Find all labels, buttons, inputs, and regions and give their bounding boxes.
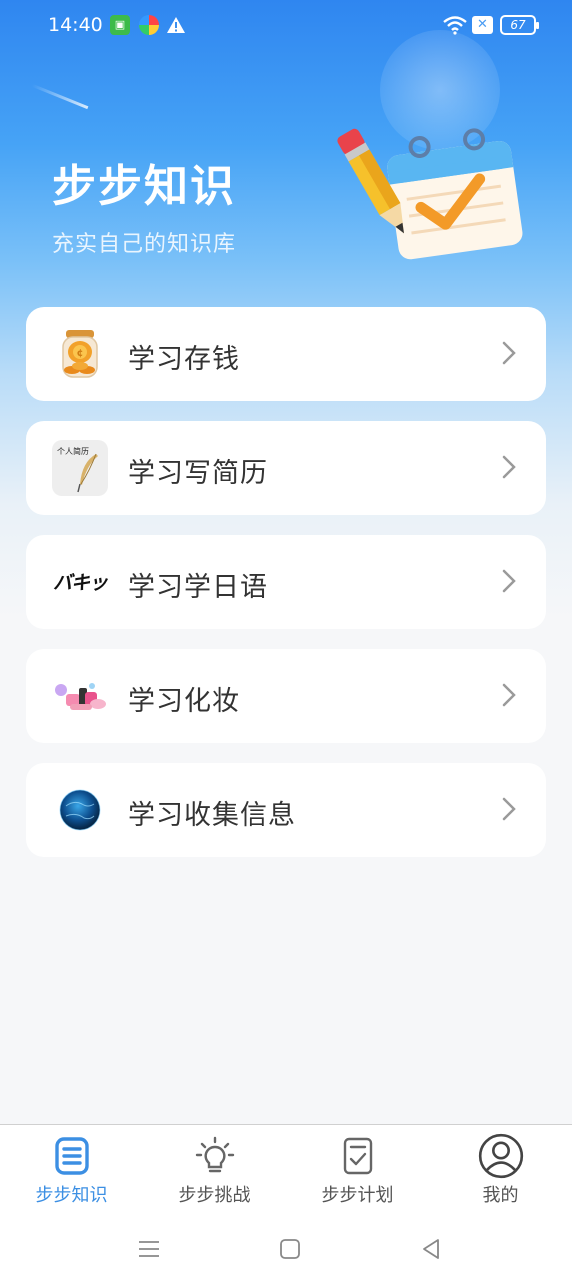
money-jar-icon: ¢ [52,326,108,382]
colorful-app-icon [139,15,159,35]
pencil-calendar-illustration [332,118,532,268]
battery-icon: 67 [500,15,539,35]
chevron-right-icon [502,683,516,707]
sim-x-icon: ✕ [472,16,493,34]
app-icon: ▣ [110,15,130,35]
tab-label: 我的 [482,1185,519,1206]
japanese-icon: バキッ [52,554,108,610]
cosmetics-icon [52,668,108,724]
bottom-tab-bar: 步步知识 步步挑战 步步计划 我的 [0,1124,572,1220]
globe-icon [52,782,108,838]
card-label: 学习化妆 [128,686,240,717]
tab-label: 步步计划 [321,1185,394,1206]
tab-label: 步步挑战 [178,1185,251,1206]
knowledge-card-list: ¢ 学习存钱 个人简历 学习写简历 バキッ 学习学日语 学习化妆 学习收集信息 [26,307,546,877]
tab-profile[interactable]: 我的 [429,1125,572,1221]
menu-icon[interactable] [134,1234,164,1264]
card-label: 学习写简历 [128,458,268,489]
card-learn-resume[interactable]: 个人简历 学习写简历 [26,421,546,515]
card-label: 学习学日语 [128,572,268,603]
light-streak [31,83,89,110]
card-learn-makeup[interactable]: 学习化妆 [26,649,546,743]
tab-challenge[interactable]: 步步挑战 [143,1125,286,1221]
card-label: 学习收集信息 [128,800,296,831]
svg-text:¢: ¢ [77,348,84,359]
card-learn-japanese[interactable]: バキッ 学习学日语 [26,535,546,629]
page-title: 步步知识 [52,161,236,212]
tab-plan[interactable]: 步步计划 [286,1125,429,1221]
wifi-icon [442,15,468,35]
chevron-right-icon [502,341,516,365]
knowledge-icon [54,1137,89,1175]
status-time: 14:40 [48,14,103,36]
card-learn-saving[interactable]: ¢ 学习存钱 [26,307,546,401]
profile-icon [478,1133,523,1179]
card-label: 学习存钱 [128,344,240,375]
home-icon[interactable] [275,1234,305,1264]
chevron-right-icon [502,455,516,479]
card-learn-info-gathering[interactable]: 学习收集信息 [26,763,546,857]
tab-knowledge[interactable]: 步步知识 [0,1125,143,1221]
page-subtitle: 充实自己的知识库 [52,232,237,257]
chevron-right-icon [502,569,516,593]
warning-icon [166,15,186,35]
chevron-right-icon [502,797,516,821]
back-icon[interactable] [416,1234,446,1264]
system-nav-bar [0,1220,572,1280]
tab-label: 步步知识 [35,1185,108,1206]
japanese-icon-text: バキッ [52,572,108,594]
checklist-icon [343,1137,372,1175]
lightbulb-icon [195,1136,234,1173]
status-bar: 14:40 ▣ ✕ 67 [0,0,572,52]
resume-icon: 个人简历 [52,440,108,496]
battery-level: 67 [510,18,526,32]
